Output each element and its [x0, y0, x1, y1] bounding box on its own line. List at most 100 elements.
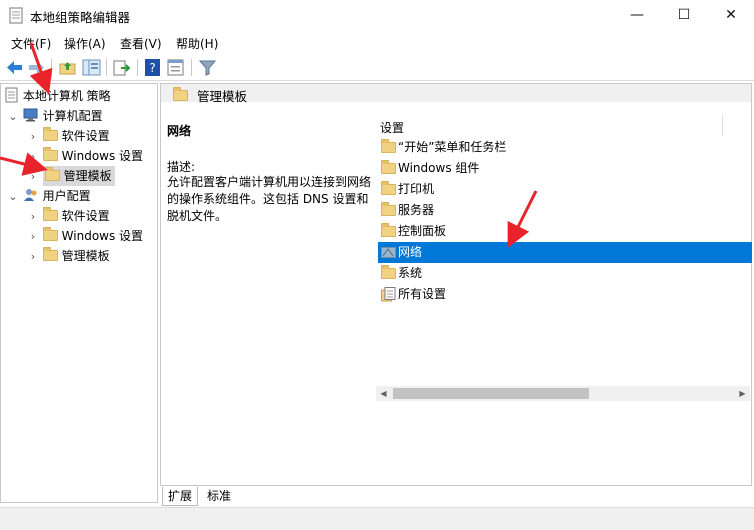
tab-standard[interactable]: 标准	[202, 487, 236, 506]
chevron-right-icon[interactable]: ›	[27, 227, 39, 247]
tree-item-label: 用户配置	[42, 189, 91, 203]
toolbar-separator	[106, 59, 107, 76]
tree-item-computer-software[interactable]: › 软件设置	[1, 126, 157, 146]
title-bar: 本地组策略编辑器 — ☐ ✕	[0, 0, 754, 31]
help-icon[interactable]: ?	[143, 58, 162, 77]
list-item-label: Windows 组件	[398, 161, 480, 175]
list-item[interactable]: 打印机	[378, 179, 752, 200]
app-icon	[9, 7, 23, 24]
list-item-label: 服务器	[398, 203, 435, 217]
tab-extended[interactable]: 扩展	[162, 487, 199, 506]
tree-item-root[interactable]: 本地计算机 策略	[1, 86, 157, 106]
back-icon[interactable]	[5, 58, 24, 77]
folder-icon	[381, 223, 396, 237]
network-folder-icon	[381, 247, 396, 258]
list-item-label: 系统	[398, 266, 423, 280]
tree-item-label: 管理模板	[63, 169, 112, 183]
policy-doc-icon	[5, 87, 18, 103]
list-item[interactable]: 控制面板	[378, 221, 752, 242]
list-item-label: 所有设置	[398, 287, 447, 301]
up-folder-icon[interactable]	[58, 58, 77, 77]
column-header-settings[interactable]: 设置	[380, 119, 404, 136]
folder-icon	[42, 207, 58, 221]
scroll-right-icon[interactable]: ▶	[735, 386, 750, 401]
export-list-icon[interactable]	[112, 58, 131, 77]
tree-item-user-software[interactable]: › 软件设置	[1, 206, 157, 226]
forward-icon[interactable]	[27, 58, 46, 77]
folder-icon	[42, 147, 58, 161]
tree-item-computer-windows[interactable]: › Windows 设置	[1, 146, 157, 166]
view-tabs: 扩展 标准	[160, 486, 754, 506]
properties-icon[interactable]	[166, 58, 185, 77]
folder-icon	[42, 227, 58, 241]
chevron-down-icon[interactable]: ⌄	[7, 107, 19, 127]
filter-icon[interactable]	[198, 58, 217, 77]
list-item[interactable]: 所有设置	[378, 284, 752, 305]
menu-file[interactable]: 文件(F)	[11, 35, 51, 52]
menu-action[interactable]: 操作(A)	[64, 35, 106, 52]
status-bar	[0, 507, 754, 530]
toolbar-separator	[191, 59, 192, 76]
folder-icon	[42, 247, 58, 261]
list-item[interactable]: 服务器	[378, 200, 752, 221]
menu-bar: 文件(F) 操作(A) 查看(V) 帮助(H)	[0, 31, 754, 54]
computer-icon	[23, 108, 38, 122]
scrollbar-thumb[interactable]	[393, 388, 589, 399]
window-title: 本地组策略编辑器	[30, 10, 131, 25]
tree-item-label: Windows 设置	[61, 149, 144, 163]
details-header-title: 管理模板	[197, 89, 248, 104]
folder-icon	[173, 87, 188, 101]
menu-view[interactable]: 查看(V)	[120, 35, 162, 52]
tree-selection: 管理模板	[42, 166, 115, 186]
description-label: 描述:	[167, 160, 196, 174]
list-item[interactable]: “开始”菜单和任务栏	[378, 137, 752, 158]
maximize-button[interactable]: ☐	[661, 0, 707, 31]
list-item[interactable]: 系统	[378, 263, 752, 284]
chevron-right-icon[interactable]: ›	[27, 167, 39, 187]
description-text: 允许配置客户端计算机用以连接到网络的操作系统组件。这包括 DNS 设置和脱机文件…	[167, 175, 372, 223]
list-item-label: 控制面板	[398, 224, 447, 238]
chevron-right-icon[interactable]: ›	[27, 147, 39, 167]
list-item-selected[interactable]: 网络	[378, 242, 752, 263]
tree-item-label: Windows 设置	[61, 229, 144, 243]
console-tree: 本地计算机 策略 ⌄ 计算机配置 › 软件设置 › Windows 设置 › 管…	[0, 83, 158, 503]
scroll-left-icon[interactable]: ◀	[376, 386, 391, 401]
close-button[interactable]: ✕	[708, 0, 754, 31]
users-icon	[23, 189, 37, 201]
show-hide-tree-icon[interactable]	[82, 58, 101, 77]
folder-icon	[381, 160, 396, 174]
chevron-right-icon[interactable]: ›	[27, 247, 39, 267]
settings-list: 设置 “开始”菜单和任务栏 Windows 组件 打印机 服务器 控制面板 网络…	[372, 104, 752, 468]
chevron-right-icon[interactable]: ›	[27, 207, 39, 227]
tree-item-label: 计算机配置	[42, 109, 103, 123]
svg-text:?: ?	[149, 61, 155, 75]
list-item-label: 打印机	[398, 182, 435, 196]
chevron-down-icon[interactable]: ⌄	[7, 187, 19, 207]
tree-item-computer-config[interactable]: ⌄ 计算机配置	[1, 106, 157, 126]
folder-icon	[44, 167, 60, 181]
list-item-label: “开始”菜单和任务栏	[398, 140, 507, 154]
details-header: 管理模板	[161, 84, 751, 104]
tree-item-label: 软件设置	[61, 209, 110, 223]
chevron-right-icon[interactable]: ›	[27, 127, 39, 147]
folder-icon	[381, 181, 396, 195]
toolbar-separator	[137, 59, 138, 76]
horizontal-scrollbar[interactable]: ◀ ▶	[376, 386, 750, 401]
tree-item-user-admin-templates[interactable]: › 管理模板	[1, 246, 157, 266]
column-divider[interactable]	[722, 114, 723, 136]
toolbar-separator	[51, 59, 52, 76]
tree-item-label: 管理模板	[61, 249, 110, 263]
tree-item-computer-admin-templates[interactable]: › 管理模板	[1, 166, 157, 186]
tree-item-user-windows[interactable]: › Windows 设置	[1, 226, 157, 246]
minimize-button[interactable]: —	[614, 0, 660, 31]
tree-item-label: 本地计算机 策略	[22, 89, 111, 103]
menu-help[interactable]: 帮助(H)	[176, 35, 218, 52]
list-item-label: 网络	[398, 245, 423, 259]
description-panel: 网络 描述: 允许配置客户端计算机用以连接到网络的操作系统组件。这包括 DNS …	[161, 104, 371, 464]
description-title: 网络	[167, 124, 192, 138]
list-item[interactable]: Windows 组件	[378, 158, 752, 179]
folder-icon	[381, 202, 396, 216]
folder-icon	[381, 139, 396, 153]
tree-item-user-config[interactable]: ⌄ 用户配置	[1, 186, 157, 206]
toolbar: ?	[0, 54, 754, 81]
